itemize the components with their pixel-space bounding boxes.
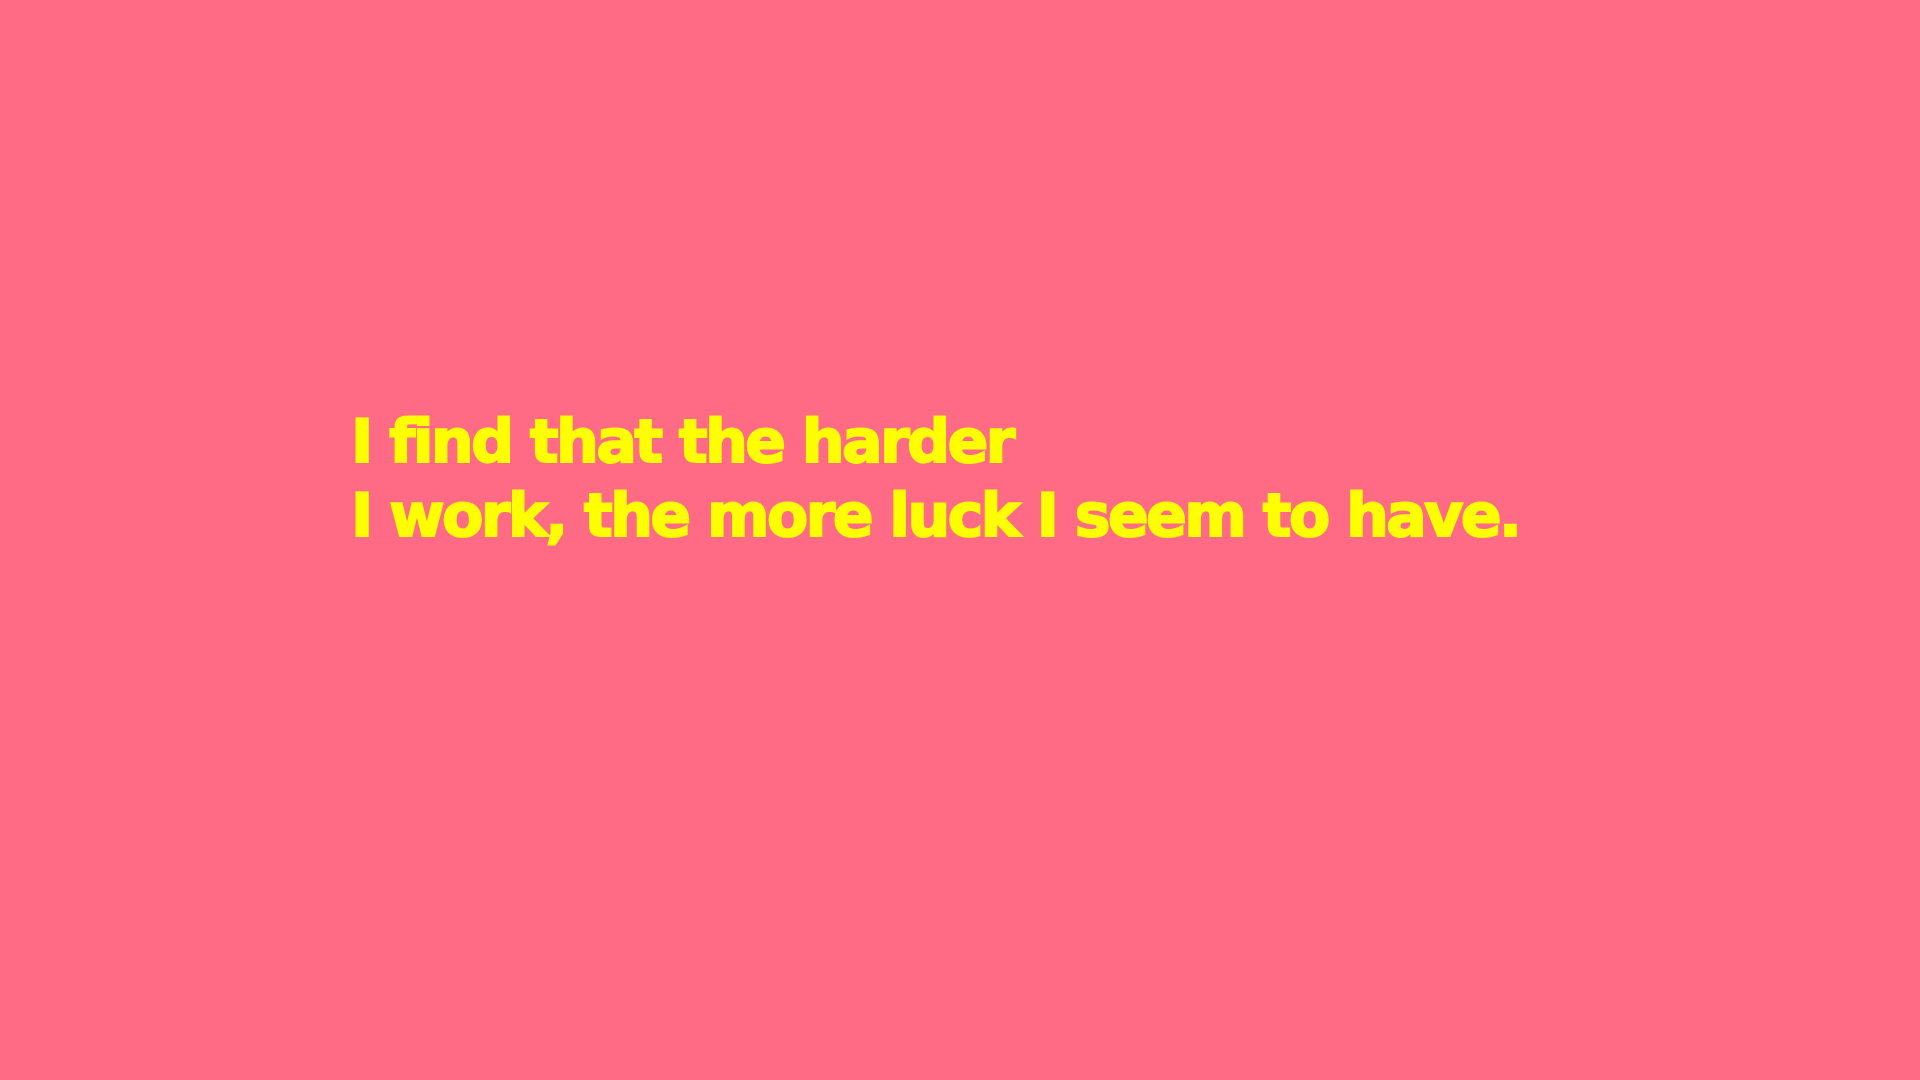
quote-line-1: I find that the harder — [350, 406, 1016, 478]
quote-line-2: I work, the more luck I seem to have. — [350, 480, 1523, 552]
quote-slide: I find that the harder I work, the more … — [0, 0, 1920, 1080]
quote-text: I find that the harder I work, the more … — [350, 405, 1523, 553]
